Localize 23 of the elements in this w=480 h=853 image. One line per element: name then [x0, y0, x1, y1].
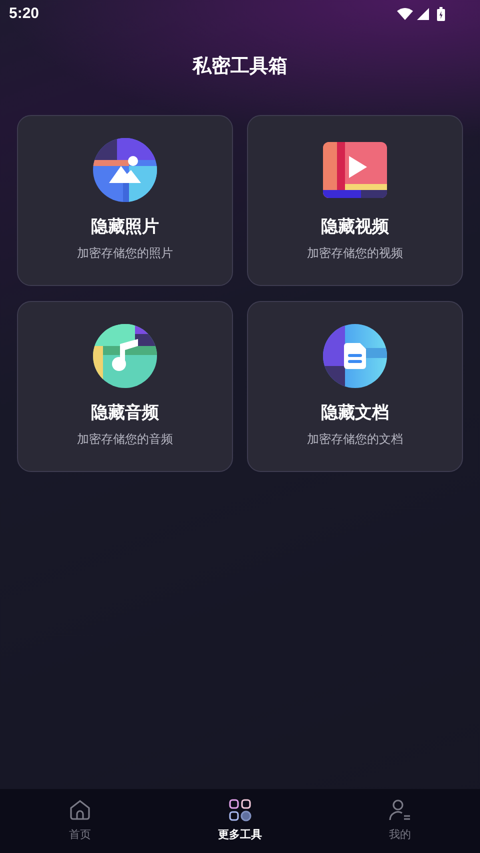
tool-description: 加密存储您的文档: [307, 430, 403, 448]
grid-icon: [228, 798, 252, 822]
page-title: 私密工具箱: [191, 54, 288, 79]
nav-tab[interactable]: 更多工具: [160, 789, 320, 853]
tool-card[interactable]: 隐藏照片 加密存储您的照片: [17, 114, 233, 286]
tool-name: 隐藏照片: [91, 216, 159, 238]
wifi-icon: [397, 8, 413, 20]
tool-name: 隐藏视频: [321, 216, 389, 238]
nav-tab[interactable]: 首页: [0, 789, 160, 853]
status-time: 5:20: [9, 4, 40, 24]
tool-description: 加密存储您的照片: [77, 244, 173, 262]
tool-name: 隐藏音频: [91, 402, 159, 424]
profile-icon: [388, 798, 412, 822]
nav-tab[interactable]: 我的: [320, 789, 480, 853]
battery-icon: [437, 7, 445, 21]
tool-name: 隐藏文档: [321, 402, 389, 424]
home-icon: [68, 798, 92, 822]
tool-card[interactable]: 隐藏视频 加密存储您的视频: [247, 114, 463, 286]
tool-description: 加密存储您的视频: [307, 244, 403, 262]
tool-description: 加密存储您的音频: [77, 430, 173, 448]
tool-card[interactable]: 隐藏文档 加密存储您的文档: [247, 300, 463, 472]
tool-card[interactable]: 隐藏音频 加密存储您的音频: [17, 300, 233, 472]
signal-icon: [417, 8, 429, 20]
